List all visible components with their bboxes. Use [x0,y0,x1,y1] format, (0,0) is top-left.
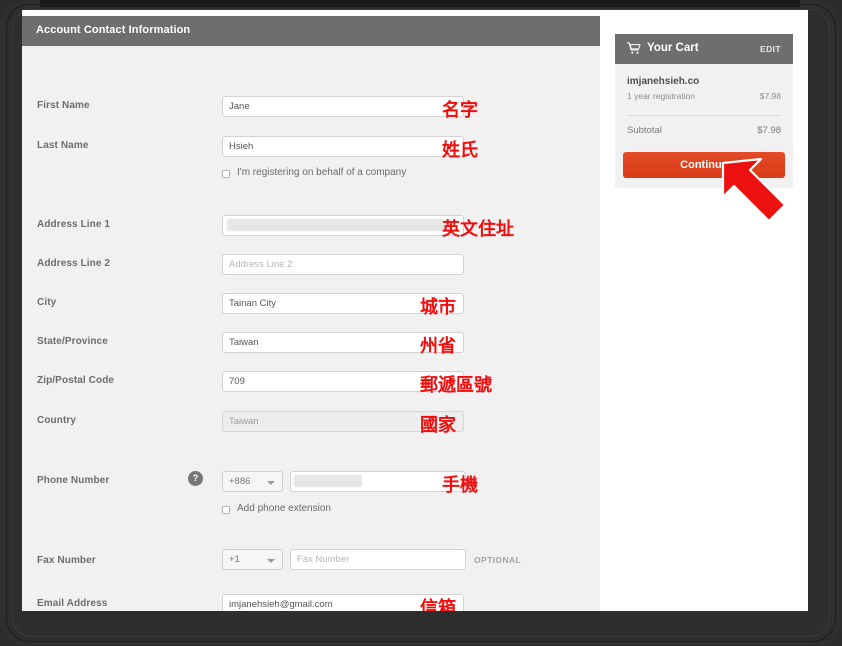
label-country: Country [37,415,77,426]
input-address-line-2[interactable]: Address Line 2 [222,254,464,275]
cart-divider [627,115,781,116]
cart-title: Your Cart [647,42,699,54]
annotation-state-province: 州省 [420,336,456,357]
cart-header: Your Cart EDIT [615,34,793,64]
form-header-title: Account Contact Information [36,24,191,36]
checkbox-phone-extension[interactable] [222,506,230,514]
cart-subtotal-value: $7.98 [757,125,781,136]
cart-item-row: 1 year registration $7.98 [627,91,781,104]
select-phone-country-code[interactable]: +886 [222,471,283,492]
annotation-phone-number: 手機 [442,475,478,496]
annotation-country: 國家 [420,415,456,436]
cart-subtotal-label: Subtotal [627,125,662,136]
label-address-line-1: Address Line 1 [37,219,111,230]
cart-item-name: imjanehsieh.co [627,76,700,87]
cart-edit-link[interactable]: EDIT [760,44,781,54]
input-fax-number[interactable]: Fax Number [290,549,466,570]
cart-item-price: $7.98 [759,91,781,101]
annotation-first-name: 名字 [442,100,478,121]
label-email-address: Email Address [37,598,108,609]
device-frame: Account Contact Information First Name J… [0,0,842,646]
continue-button[interactable]: Continue [623,152,785,178]
label-zip-postal-code: Zip/Postal Code [37,375,115,386]
account-contact-form-panel: Account Contact Information First Name J… [22,16,600,611]
optional-tag-fax: OPTIONAL [474,555,522,565]
label-address-line-2: Address Line 2 [37,258,111,269]
label-last-name: Last Name [37,140,89,151]
cart-panel: Your Cart EDIT imjanehsieh.co 1 year reg… [615,34,793,188]
cart-body: imjanehsieh.co 1 year registration $7.98… [615,64,793,139]
redaction-address-line-1 [227,219,452,231]
checkbox-company-label: I'm registering on behalf of a company [237,167,407,178]
annotation-last-name: 姓氏 [442,140,478,161]
label-city: City [37,297,57,308]
shopping-cart-icon [627,42,641,54]
label-fax-number: Fax Number [37,555,96,566]
help-icon[interactable]: ? [188,471,203,486]
cart-item-description: 1 year registration [627,91,696,101]
select-fax-country-code-value: +1 [229,554,240,565]
redaction-phone-number [294,475,362,487]
label-first-name: First Name [37,100,90,111]
chevron-down-icon [267,559,275,563]
select-phone-country-code-value: +886 [229,476,251,487]
input-first-name[interactable]: Jane [222,96,464,117]
cart-subtotal-row: Subtotal $7.98 [627,125,781,139]
frame-top-strip [40,0,800,7]
checkbox-phone-extension-label: Add phone extension [237,503,331,514]
select-fax-country-code[interactable]: +1 [222,549,283,570]
annotation-city: 城市 [420,297,456,318]
annotation-zip-postal-code: 郵遞區號 [420,375,492,396]
page-viewport: Account Contact Information First Name J… [22,10,808,611]
checkbox-company[interactable] [222,170,230,178]
annotation-address-line-1: 英文住址 [442,219,514,240]
chevron-down-icon [267,481,275,485]
label-phone-number: Phone Number [37,475,110,486]
label-state-province: State/Province [37,336,108,347]
form-header-bar: Account Contact Information [22,16,600,46]
input-last-name[interactable]: Hsieh [222,136,464,157]
annotation-email-address: 信箱 [420,598,456,611]
